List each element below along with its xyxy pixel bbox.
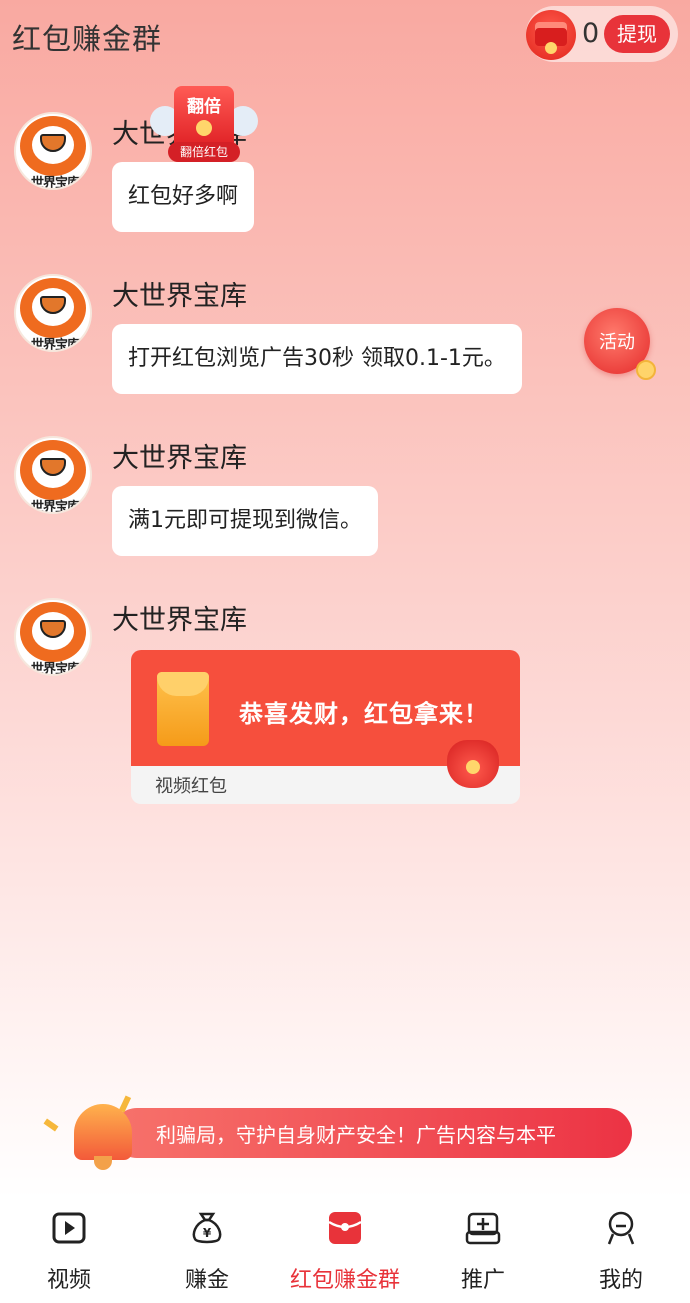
nav-item-video[interactable]: 视频 xyxy=(0,1196,138,1303)
red-envelope-card[interactable]: 恭喜发财，红包拿来！ 视频红包 xyxy=(131,650,520,804)
wallet-amount: 0 xyxy=(582,18,600,49)
promote-box-icon xyxy=(465,1212,501,1245)
avatar[interactable]: 世界宝库 xyxy=(14,274,92,352)
nav-item-red-envelope-group[interactable]: 红包赚金群 xyxy=(276,1196,414,1303)
page-title: 红包赚金群 xyxy=(12,22,163,56)
notice-text: 利骗局，守护自身财产安全！广告内容与本平 xyxy=(156,1123,556,1147)
bell-icon xyxy=(43,1094,138,1174)
money-bag-icon: ¥ xyxy=(192,1212,222,1244)
svg-text:¥: ¥ xyxy=(203,1226,212,1240)
avatar[interactable]: 世界宝库 xyxy=(14,112,92,190)
user-profile-icon xyxy=(607,1211,635,1245)
money-bag-icon xyxy=(447,740,499,788)
red-envelope-icon xyxy=(157,672,209,746)
coin-icon xyxy=(636,360,656,380)
avatar[interactable]: 世界宝库 xyxy=(14,436,92,514)
card-title: 恭喜发财，红包拿来！ xyxy=(239,700,489,728)
wallet-balance[interactable]: 0 提现 xyxy=(526,6,678,62)
sender-name: 大世界宝库 xyxy=(112,605,247,636)
nav-item-me[interactable]: 我的 xyxy=(552,1196,690,1303)
withdraw-button[interactable]: 提现 xyxy=(604,15,670,53)
activity-button[interactable]: 活动 xyxy=(584,308,656,380)
red-envelope-icon xyxy=(328,1212,362,1244)
message-bubble: 打开红包浏览广告30秒 领取0.1-1元。 xyxy=(112,324,522,394)
red-envelope-wallet-icon xyxy=(526,10,576,60)
nav-item-earn[interactable]: ¥ 赚金 xyxy=(138,1196,276,1303)
message-bubble: 红包好多啊 xyxy=(112,162,255,232)
bottom-nav: 视频 ¥ 赚金 红包赚金群 推广 我的 xyxy=(0,1196,690,1303)
double-red-envelope-badge[interactable]: 翻倍 翻倍红包 xyxy=(150,86,258,164)
top-bar: 红包赚金群 0 提现 xyxy=(0,0,690,72)
video-play-icon xyxy=(52,1212,86,1244)
sender-name: 大世界宝库 xyxy=(112,443,247,474)
notice-bar[interactable]: 利骗局，守护自身财产安全！广告内容与本平 xyxy=(112,1108,632,1158)
avatar[interactable]: 世界宝库 xyxy=(14,598,92,676)
message-bubble: 满1元即可提现到微信。 xyxy=(112,486,378,556)
coin-icon xyxy=(196,120,212,136)
card-label: 视频红包 xyxy=(155,776,227,797)
nav-item-promote[interactable]: 推广 xyxy=(414,1196,552,1303)
sender-name: 大世界宝库 xyxy=(112,281,247,312)
